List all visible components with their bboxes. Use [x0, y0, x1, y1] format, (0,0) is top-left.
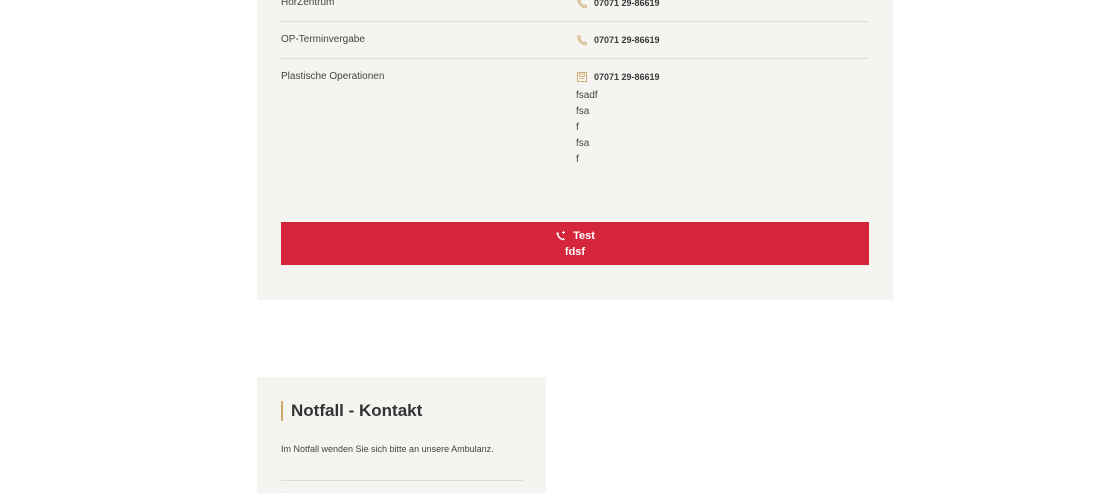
extra-info-lines: fsadf fsa f fsa f [576, 88, 660, 168]
fax-icon [576, 71, 588, 83]
contact-value: 07071 29-86619 [576, 34, 660, 46]
notfall-title: Notfall - Kontakt [281, 401, 422, 421]
notfall-panel: Notfall - Kontakt Im Notfall wenden Sie … [257, 377, 546, 493]
row-divider [281, 21, 869, 22]
page: HörZentrum 07071 29-86619 OP-Terminverga… [0, 0, 1116, 493]
contact-label: HörZentrum [281, 0, 335, 8]
contact-value: 07071 29-86619 [576, 0, 660, 9]
call-button-label: Test [573, 230, 595, 242]
contact-label: OP-Terminvergabe [281, 34, 365, 45]
extra-info-line: fsa [576, 138, 590, 149]
notfall-text: Im Notfall wenden Sie sich bitte an unse… [281, 444, 494, 454]
extra-info-line: fsadf [576, 90, 598, 101]
phone-icon [576, 0, 588, 9]
extra-info-line: fsa [576, 106, 590, 117]
phone-number-link[interactable]: 07071 29-86619 [594, 72, 660, 82]
extra-info-line: f [576, 154, 579, 165]
phone-number-link[interactable]: 07071 29-86619 [594, 35, 660, 45]
phone-icon [281, 489, 291, 493]
contact-value: 07071 29-86619 fsadf fsa f fsa f [576, 71, 660, 168]
extra-info-line: f [576, 122, 579, 133]
phone-icon [576, 34, 588, 46]
call-button-sublabel: fdsf [564, 246, 586, 258]
row-divider [281, 58, 869, 59]
call-button[interactable]: Test fdsf [281, 222, 869, 265]
phone-number-link[interactable]: 07071 29-86619 [594, 0, 660, 8]
contact-label: Plastische Operationen [281, 71, 385, 82]
phone-call-icon [555, 230, 567, 242]
notfall-divider [281, 480, 523, 481]
